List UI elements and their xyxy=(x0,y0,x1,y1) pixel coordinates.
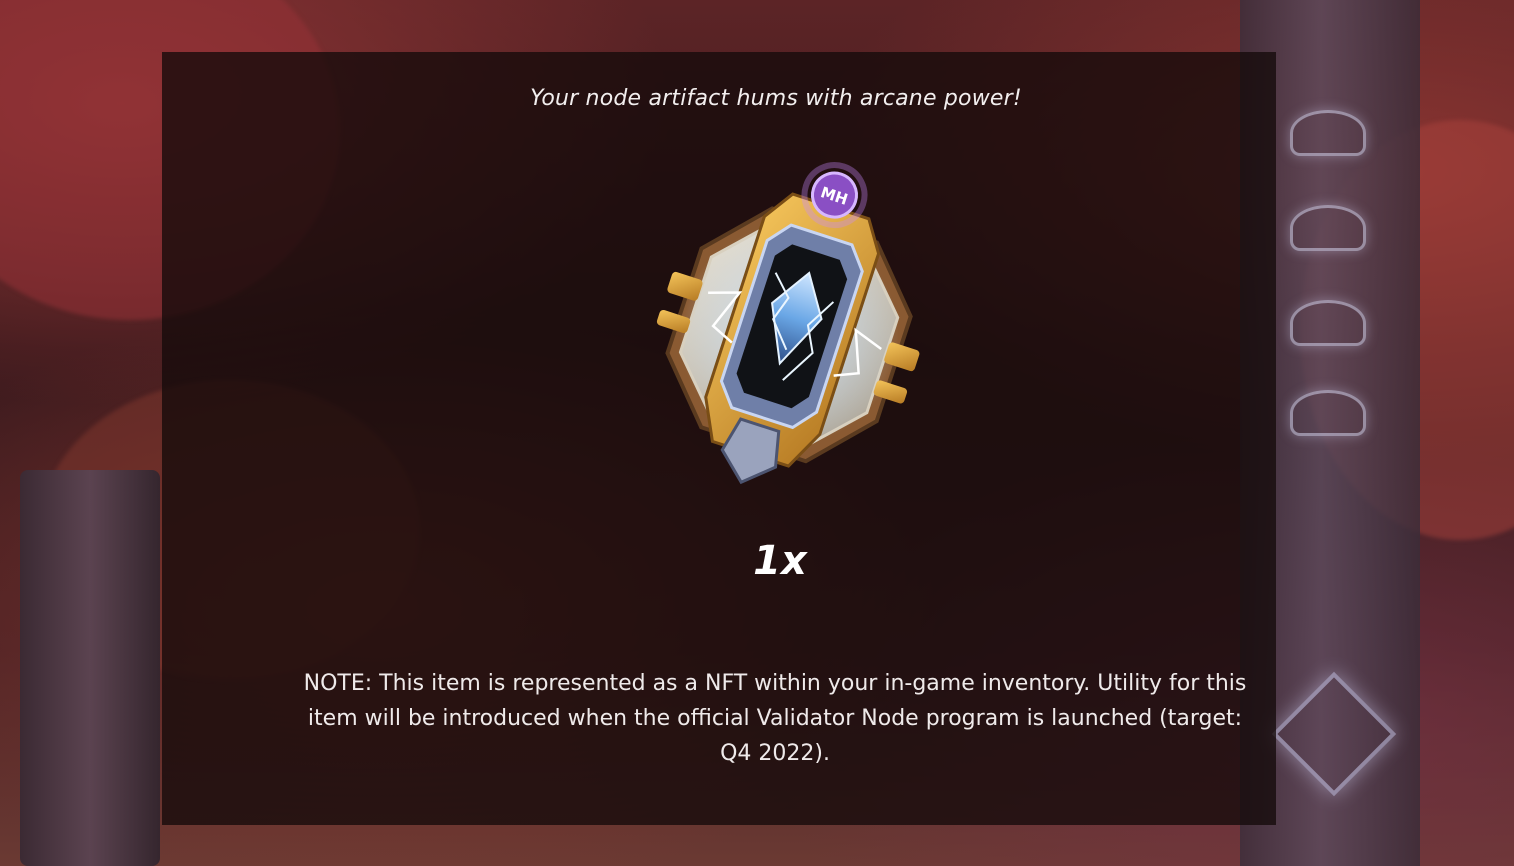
node-artifact-icon: MH xyxy=(620,160,960,505)
game-background: Your node artifact hums with arcane powe… xyxy=(0,0,1514,866)
nft-note-text: NOTE: This item is represented as a NFT … xyxy=(303,671,1247,766)
background-rune xyxy=(1290,205,1366,251)
background-rune xyxy=(1290,110,1366,156)
background-rune xyxy=(1290,300,1366,346)
background-rune xyxy=(1290,390,1366,436)
background-tree-trunk xyxy=(20,470,160,866)
reward-headline: Your node artifact hums with arcane powe… xyxy=(530,86,1022,111)
item-quantity: 1x xyxy=(753,538,807,584)
